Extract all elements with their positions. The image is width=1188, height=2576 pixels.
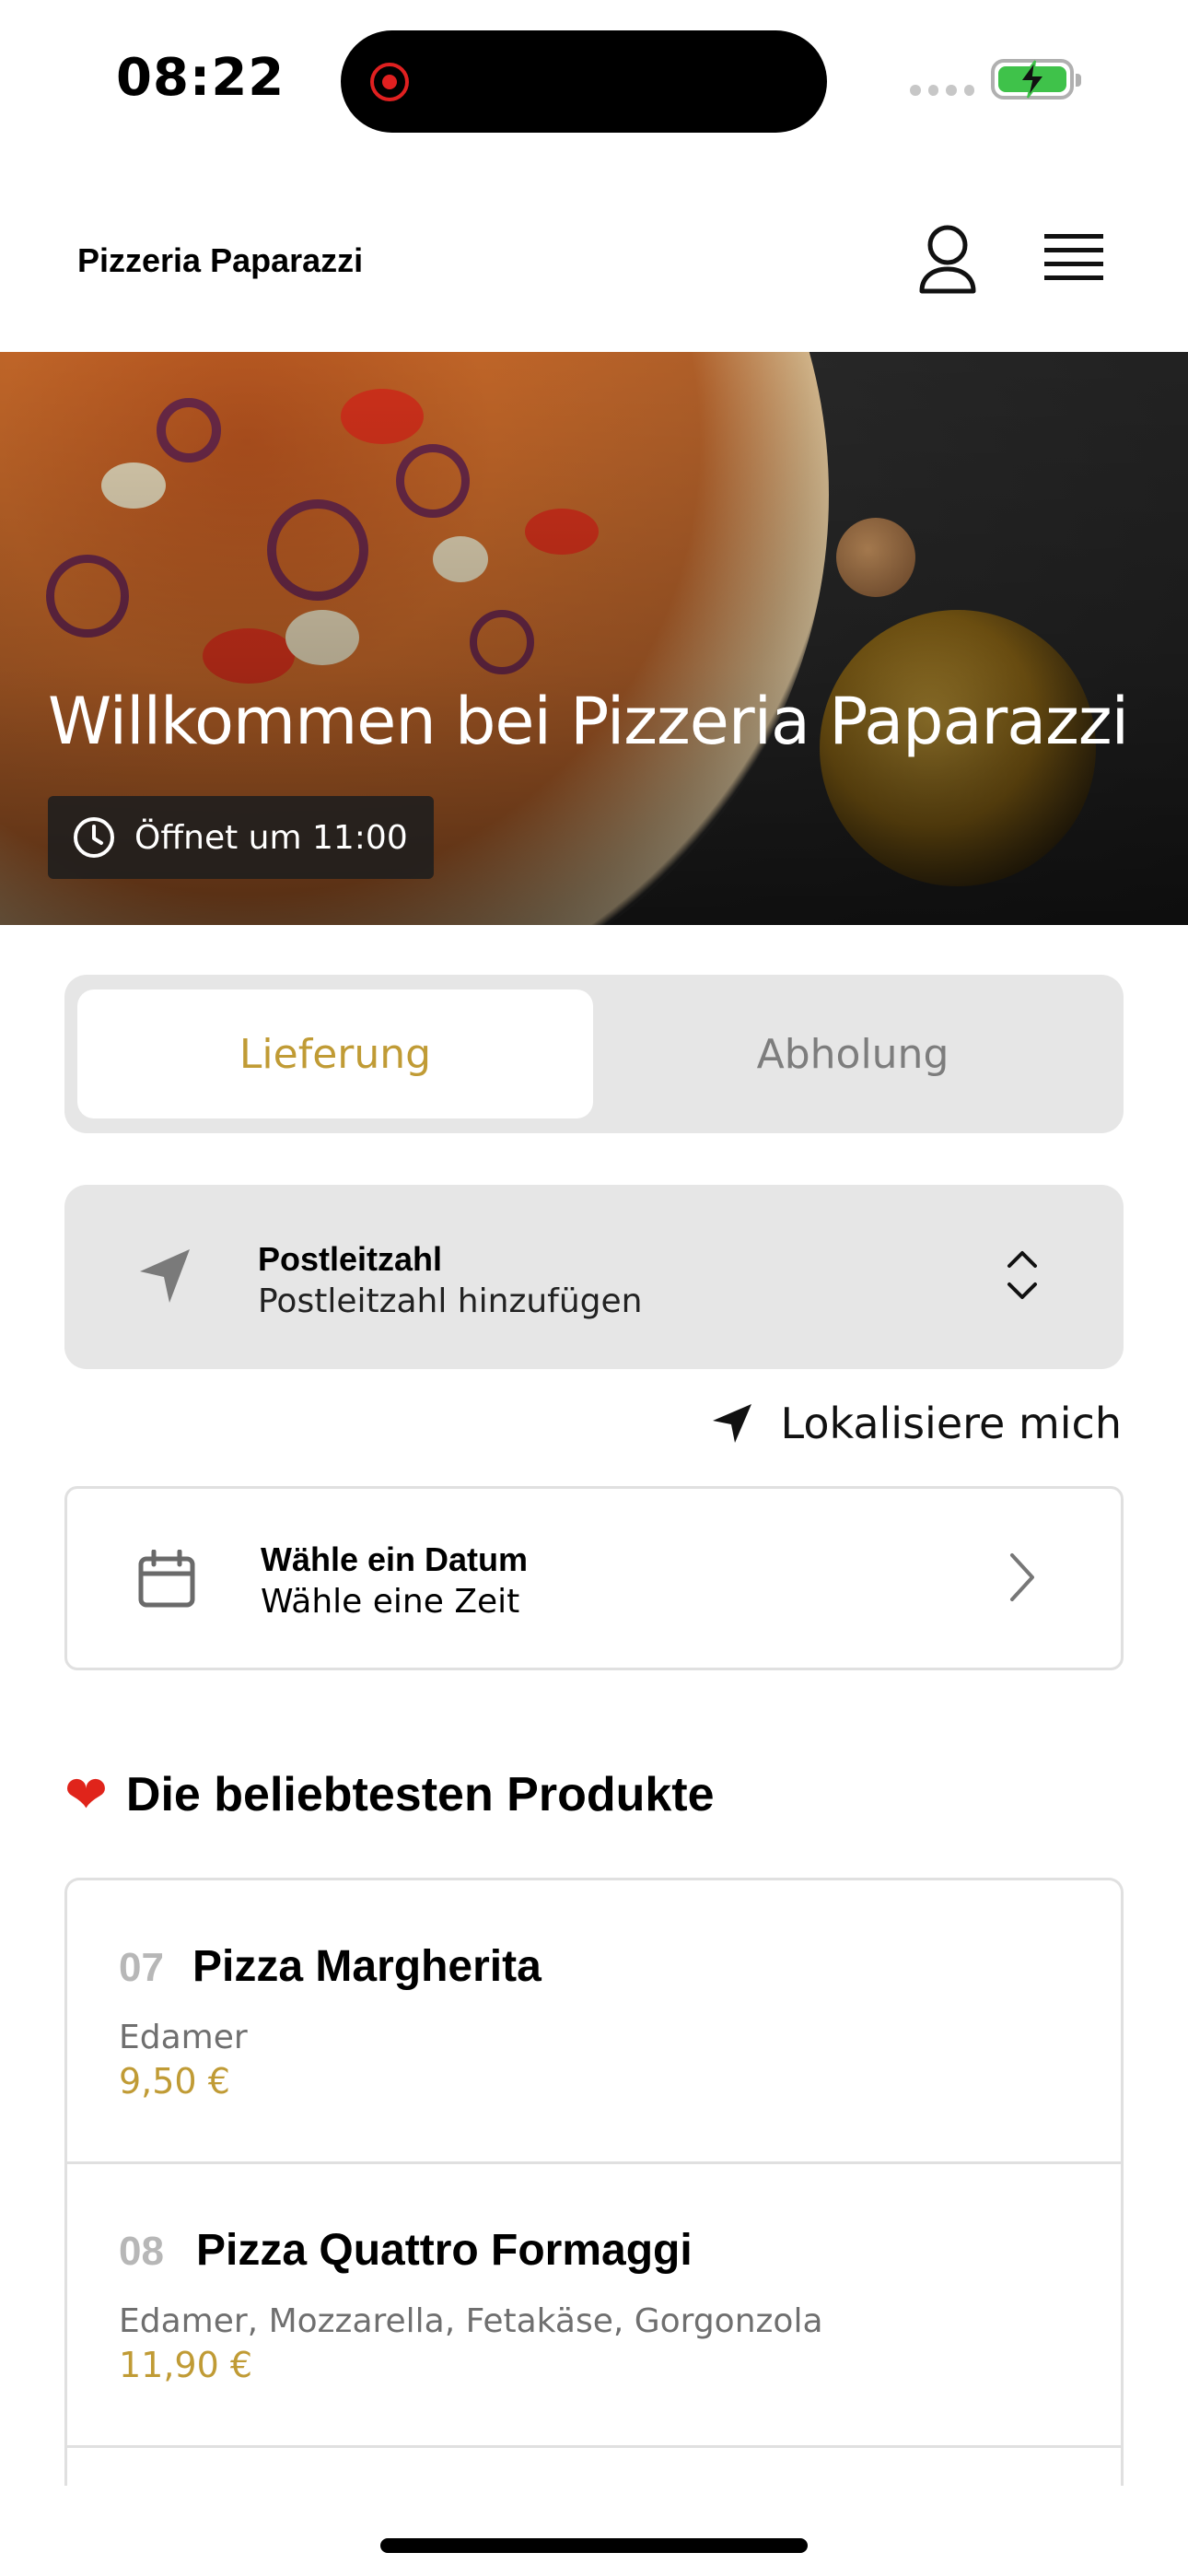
- dynamic-island: [341, 30, 827, 133]
- time-value: Wähle eine Zeit: [261, 1583, 520, 1621]
- recording-icon: [370, 63, 409, 101]
- product-name: Pizza Margherita: [192, 1942, 542, 1991]
- tab-lieferung[interactable]: Lieferung: [77, 989, 593, 1118]
- home-indicator[interactable]: [380, 2538, 808, 2553]
- brand-name: Pizzeria Paparazzi: [77, 241, 364, 279]
- chevron-right-icon: [1010, 1553, 1034, 1601]
- product-card[interactable]: 08 Pizza Quattro Formaggi Edamer, Mozzar…: [67, 2164, 1121, 2448]
- location-arrow-icon: [712, 1404, 751, 1443]
- hamburger-menu-icon: [1044, 234, 1103, 280]
- section-title: Die beliebtesten Produkte: [125, 1768, 715, 1821]
- tab-abholung[interactable]: Abholung: [595, 989, 1111, 1118]
- postcode-value: Postleitzahl hinzufügen: [258, 1282, 643, 1320]
- opening-hours-badge: Öffnet um 11:00: [48, 796, 434, 879]
- location-arrow-icon: [140, 1249, 190, 1303]
- product-number: 07: [119, 1945, 164, 1990]
- user-icon: [919, 225, 976, 294]
- status-bar: 08:22: [0, 0, 1188, 157]
- chevron-up-down-icon: [1007, 1251, 1037, 1299]
- hero-title: Willkommen bei Pizzeria Paparazzi: [48, 684, 1129, 759]
- product-price: 11,90 €: [119, 2345, 253, 2385]
- popular-products-heading: ❤ Die beliebtesten Produkte: [64, 1767, 715, 1822]
- menu-button[interactable]: [1044, 230, 1103, 286]
- product-card[interactable]: 07 Pizza Margherita Edamer 9,50 €: [67, 1880, 1121, 2164]
- product-list: 07 Pizza Margherita Edamer 9,50 € 08 Piz…: [64, 1878, 1124, 2486]
- opening-hours-text: Öffnet um 11:00: [134, 818, 408, 857]
- product-number: 08: [119, 2229, 164, 2274]
- date-time-picker[interactable]: Wähle ein Datum Wähle eine Zeit: [64, 1486, 1124, 1670]
- product-name: Pizza Quattro Formaggi: [196, 2226, 693, 2275]
- profile-button[interactable]: [917, 223, 978, 297]
- order-type-switch: Lieferung Abholung: [64, 975, 1124, 1133]
- product-description: Edamer: [119, 2019, 248, 2056]
- calendar-icon: [138, 1550, 195, 1608]
- product-price: 9,50 €: [119, 2061, 230, 2102]
- heart-icon: ❤: [64, 1765, 108, 1823]
- postcode-selector[interactable]: Postleitzahl Postleitzahl hinzufügen: [64, 1185, 1124, 1369]
- hero-banner: Willkommen bei Pizzeria Paparazzi Öffnet…: [0, 352, 1188, 925]
- app-header: Pizzeria Paparazzi: [0, 184, 1188, 352]
- locate-me-button[interactable]: Lokalisiere mich: [711, 1399, 1122, 1448]
- clock-icon: [74, 817, 114, 858]
- locate-me-label: Lokalisiere mich: [780, 1399, 1122, 1448]
- signal-icon: [910, 85, 974, 98]
- status-time: 08:22: [116, 48, 285, 108]
- postcode-label: Postleitzahl: [258, 1240, 443, 1278]
- date-label: Wähle ein Datum: [261, 1540, 529, 1578]
- battery-charging-icon: [991, 59, 1081, 100]
- product-description: Edamer, Mozzarella, Fetakäse, Gorgonzola: [119, 2302, 823, 2340]
